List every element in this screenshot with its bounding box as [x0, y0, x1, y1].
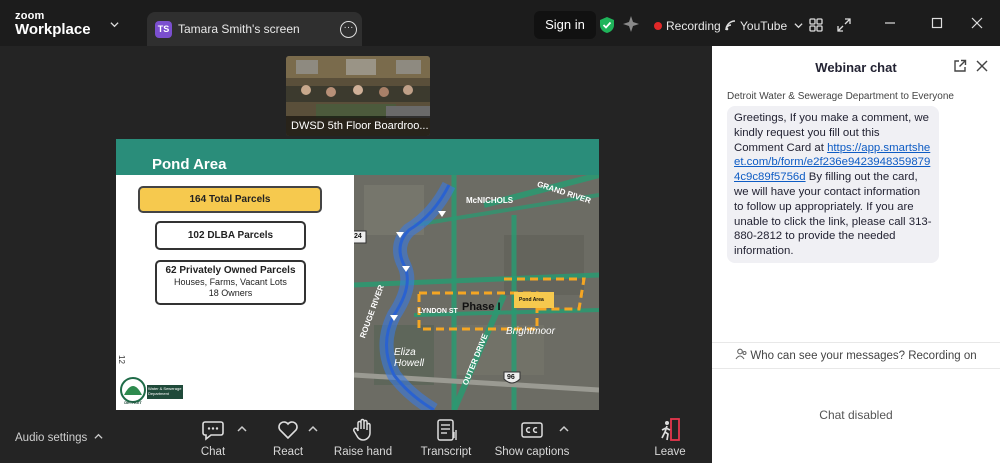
sign-in-button[interactable]: Sign in — [534, 11, 596, 39]
total-parcels-box: 164 Total Parcels — [138, 186, 322, 213]
heart-icon — [278, 421, 298, 440]
transcript-button[interactable]: Transcript — [418, 418, 474, 458]
map-label-pond-area: Pond Area — [519, 297, 544, 303]
leave-exit-icon — [661, 418, 680, 441]
chevron-down-icon[interactable] — [110, 20, 119, 29]
zoom-workplace-logo[interactable]: zoom Workplace — [15, 11, 91, 38]
avatar: TS — [155, 21, 172, 38]
leave-button[interactable]: Leave — [652, 418, 688, 458]
raise-hand-button[interactable]: Raise hand — [333, 418, 393, 458]
aerial-map-image — [354, 175, 599, 410]
zoom-app-window: zoom Workplace TS Tamara Smith's screen … — [0, 0, 1000, 463]
audio-settings-label: Audio settings — [15, 432, 88, 444]
shield-check-icon[interactable] — [600, 17, 614, 33]
fullscreen-icon[interactable] — [837, 18, 851, 32]
pond-area-map: McNICHOLS GRAND RIVER ROUGE RIVER LYNDON… — [354, 175, 599, 410]
slide-page-number: 12 — [117, 355, 126, 364]
chat-visibility-notice[interactable]: Who can see your messages? Recording on — [712, 348, 1000, 362]
ai-companion-icon[interactable] — [623, 16, 639, 32]
react-button[interactable]: React — [270, 418, 306, 458]
map-label-highway-24: 24 — [354, 233, 362, 240]
title-bar: zoom Workplace TS Tamara Smith's screen … — [0, 0, 1000, 46]
recording-indicator[interactable]: Recording — [654, 19, 721, 33]
chat-visibility-text: Who can see your messages? Recording on — [750, 350, 977, 362]
chat-message-sender: Detroit Water & Sewerage Department to E… — [727, 91, 954, 102]
map-label-lyndon-st: LYNDON ST — [418, 308, 458, 315]
chevron-up-icon[interactable] — [237, 425, 247, 433]
pop-out-icon[interactable] — [953, 59, 967, 73]
chat-disabled-notice: Chat disabled — [819, 408, 893, 422]
people-icon — [735, 348, 747, 360]
chevron-up-icon[interactable] — [308, 425, 318, 433]
participant-name-label: DWSD 5th Floor Boardroo... — [286, 116, 430, 136]
chat-message-text-continued: By filling out the card, we will have yo… — [734, 171, 932, 258]
youtube-stream-button[interactable]: YouTube — [725, 19, 803, 33]
participant-video-thumbnail[interactable]: DWSD 5th Floor Boardroo... — [286, 56, 430, 136]
closed-captions-icon — [521, 422, 543, 438]
private-parcels-title: 62 Privately Owned Parcels — [165, 265, 296, 276]
map-label-brightmoor: Brightmoor — [506, 326, 555, 337]
recording-dot-icon — [654, 22, 662, 30]
broadcast-icon — [725, 20, 736, 31]
recording-label: Recording — [666, 19, 721, 33]
chat-button[interactable]: Chat — [195, 418, 231, 458]
map-label-mcnichols: McNICHOLS — [466, 196, 514, 205]
dlba-parcels-box: 102 DLBA Parcels — [155, 221, 306, 250]
slide-header: Pond Area — [116, 139, 599, 175]
webinar-chat-panel: Webinar chat Detroit Water & Sewerage De… — [712, 46, 1000, 463]
shared-screen-slide: Pond Area 164 Total Parcels 102 DLBA Par… — [116, 139, 599, 410]
dwsd-logo-city: DETROIT — [124, 400, 142, 405]
map-label-eliza-howell: Eliza Howell — [394, 347, 425, 369]
raise-hand-label: Raise hand — [333, 446, 393, 458]
map-label-phase-i: Phase I — [462, 301, 501, 313]
slide-parcel-summary: 164 Total Parcels 102 DLBA Parcels 62 Pr… — [116, 175, 354, 410]
chevron-up-icon[interactable] — [559, 425, 569, 433]
private-parcels-box: 62 Privately Owned Parcels Houses, Farms… — [155, 260, 306, 305]
map-label-highway-96: 96 — [507, 374, 515, 381]
show-captions-label: Show captions — [494, 446, 570, 458]
private-parcels-owners: 18 Owners — [208, 288, 253, 298]
leave-label: Leave — [654, 446, 686, 458]
show-captions-button[interactable]: Show captions — [494, 418, 570, 458]
view-grid-icon[interactable] — [809, 18, 823, 32]
dwsd-logo-text: Water & Sewerage Department — [148, 386, 182, 396]
minimize-icon[interactable] — [884, 17, 896, 29]
audio-settings-button[interactable]: Audio settings — [15, 432, 104, 444]
chat-label: Chat — [200, 446, 226, 458]
chevron-down-icon — [793, 23, 803, 29]
react-label: React — [272, 446, 304, 458]
chevron-up-icon — [94, 433, 104, 439]
chat-divider — [712, 342, 1000, 343]
slide-title: Pond Area — [152, 156, 227, 173]
close-icon[interactable] — [971, 17, 983, 29]
dwsd-logo: Water & Sewerage Department DETROIT — [120, 373, 184, 407]
transcript-icon — [437, 419, 457, 441]
more-options-icon[interactable]: ··· — [340, 21, 357, 38]
logo-workplace-text: Workplace — [15, 21, 91, 38]
transcript-label: Transcript — [420, 446, 472, 458]
chat-icon — [202, 421, 224, 441]
maximize-icon[interactable] — [931, 17, 943, 29]
youtube-label: YouTube — [740, 19, 788, 33]
chat-divider — [712, 368, 1000, 369]
close-icon[interactable] — [976, 60, 988, 72]
tab-label: Tamara Smith's screen — [178, 22, 300, 36]
hand-icon — [352, 418, 371, 441]
tab-shared-screen[interactable]: TS Tamara Smith's screen ··· — [147, 12, 362, 46]
chat-message-bubble: Greetings, If you make a comment, we kin… — [727, 106, 939, 263]
private-parcels-types: Houses, Farms, Vacant Lots — [174, 277, 287, 287]
